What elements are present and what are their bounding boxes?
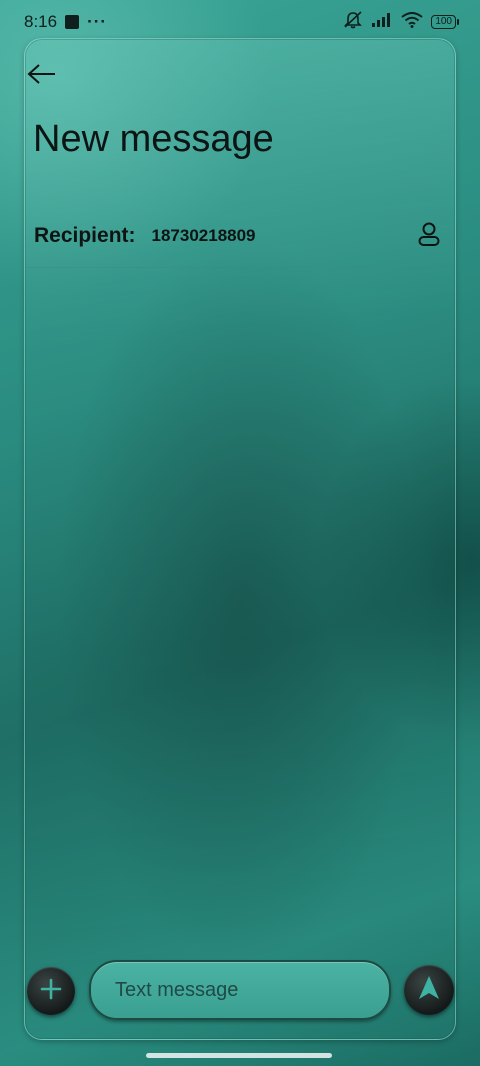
battery-icon: 100 bbox=[431, 15, 459, 29]
attach-button[interactable] bbox=[27, 967, 75, 1015]
status-right: 100 bbox=[343, 10, 459, 34]
home-indicator[interactable] bbox=[146, 1053, 332, 1058]
send-arrow-icon bbox=[418, 975, 440, 1006]
send-button[interactable] bbox=[404, 965, 454, 1015]
recipient-divider bbox=[26, 267, 454, 268]
notifications-off-icon bbox=[343, 10, 363, 34]
signal-icon bbox=[371, 12, 393, 33]
message-input[interactable] bbox=[89, 960, 391, 1020]
recipient-field[interactable]: 18730218809 bbox=[152, 226, 256, 246]
wifi-icon bbox=[401, 11, 423, 33]
back-button[interactable] bbox=[26, 62, 58, 90]
app-notification-icon bbox=[65, 15, 80, 29]
recipient-row[interactable]: Recipient: 18730218809 bbox=[34, 218, 444, 254]
page-title: New message bbox=[33, 118, 274, 160]
plus-icon bbox=[40, 978, 62, 1005]
status-time: 8:16 bbox=[24, 12, 58, 31]
message-panel bbox=[24, 38, 456, 1040]
choose-contact-button[interactable] bbox=[416, 222, 442, 250]
status-left: 8:16 ··· bbox=[24, 12, 107, 32]
more-notifications-indicator: ··· bbox=[87, 12, 108, 31]
contact-person-icon bbox=[418, 221, 440, 252]
back-arrow-icon bbox=[27, 63, 57, 90]
recipient-label: Recipient: bbox=[34, 224, 136, 247]
